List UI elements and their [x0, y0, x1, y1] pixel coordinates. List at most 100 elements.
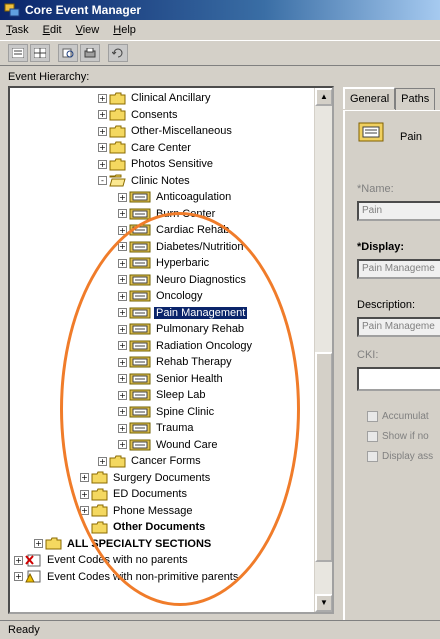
expand-icon[interactable]: + — [118, 308, 127, 317]
tree-node-label[interactable]: Other Documents — [111, 521, 207, 533]
description-field[interactable]: Pain Manageme — [357, 317, 440, 337]
tree-node-label[interactable]: Radiation Oncology — [154, 340, 254, 352]
tree-node[interactable]: + Clinical Ancillary — [98, 90, 212, 106]
tree-node-label[interactable]: Phone Message — [111, 505, 195, 517]
tree-node-label[interactable]: Spine Clinic — [154, 406, 216, 418]
tree-node[interactable]: + Sleep Lab — [118, 387, 208, 403]
tree-node[interactable]: + Pain Management — [118, 305, 248, 321]
tree-node-label[interactable]: Consents — [129, 109, 179, 121]
show-if-no-checkbox[interactable]: Show if no — [367, 431, 429, 442]
tree-node-label[interactable]: Other-Miscellaneous — [129, 125, 234, 137]
tree-node[interactable]: + Trauma — [118, 420, 196, 436]
expand-icon[interactable]: + — [80, 506, 89, 515]
expand-icon[interactable]: + — [80, 489, 89, 499]
tree-node[interactable]: + Photos Sensitive — [98, 156, 215, 172]
expand-icon[interactable]: + — [118, 440, 127, 449]
expand-icon[interactable]: + — [118, 407, 127, 416]
tree-node[interactable]: + Care Center — [98, 140, 193, 156]
scroll-up-button[interactable]: ▲ — [315, 88, 332, 106]
display-field[interactable]: Pain Manageme — [357, 259, 440, 279]
tree-node[interactable]: + Wound Care — [118, 437, 220, 453]
expand-icon[interactable]: + — [80, 473, 89, 482]
tab-paths[interactable]: Paths — [395, 88, 436, 110]
expand-icon[interactable]: + — [118, 275, 127, 284]
tree-node[interactable]: + Radiation Oncology — [118, 338, 254, 354]
expand-icon[interactable]: + — [98, 159, 107, 169]
tree-node-label[interactable]: ALL SPECIALTY SECTIONS — [65, 538, 213, 550]
tree-node[interactable]: + Senior Health — [118, 371, 225, 387]
tree-node-label[interactable]: Clinical Ancillary — [129, 92, 212, 104]
tab-general[interactable]: General — [343, 87, 396, 109]
tree-node[interactable]: + Event Codes with non-primitive parents — [14, 569, 240, 585]
tree-node[interactable]: + Cardiac Rehab — [118, 222, 231, 238]
tree-node-label[interactable]: Wound Care — [154, 439, 220, 451]
expand-icon[interactable]: + — [118, 291, 127, 301]
tree-node[interactable]: + ALL SPECIALTY SECTIONS — [34, 536, 213, 552]
tree-node-label[interactable]: Oncology — [154, 290, 204, 302]
expand-icon[interactable]: + — [118, 390, 127, 400]
expand-icon[interactable]: + — [98, 110, 107, 119]
expand-icon[interactable]: + — [14, 572, 23, 581]
tree-node-label[interactable]: Event Codes with no parents — [45, 554, 190, 566]
tree-node[interactable]: + Oncology — [118, 288, 204, 304]
expand-icon[interactable]: + — [14, 555, 23, 565]
tree-node[interactable]: + Consents — [98, 107, 179, 123]
tree-node-label[interactable]: Diabetes/Nutrition — [154, 241, 245, 253]
tree-node-label[interactable]: Pulmonary Rehab — [154, 323, 246, 335]
expand-icon[interactable]: + — [118, 324, 127, 334]
refresh-icon[interactable] — [108, 44, 128, 62]
expand-icon[interactable]: + — [118, 423, 127, 433]
tree-node-label[interactable]: Cancer Forms — [129, 455, 203, 467]
event-tree[interactable]: + Clinical Ancillary + Consents + Other-Misce… — [8, 86, 334, 614]
tree-scrollbar[interactable]: ▲ ▼ — [314, 88, 332, 612]
print-icon[interactable] — [80, 44, 100, 62]
menu-view[interactable]: View — [76, 24, 100, 36]
tree-node-label[interactable]: ED Documents — [111, 488, 189, 500]
expand-icon[interactable]: + — [118, 374, 127, 383]
tree-node[interactable]: + Rehab Therapy — [118, 354, 234, 370]
tree-node-label[interactable]: Surgery Documents — [111, 472, 212, 484]
tree-node-label[interactable]: Neuro Diagnostics — [154, 274, 248, 286]
name-field[interactable]: Pain — [357, 201, 440, 221]
grid-icon[interactable] — [30, 44, 50, 62]
tree-node[interactable]: + Spine Clinic — [118, 404, 216, 420]
expand-icon[interactable]: + — [98, 126, 107, 136]
tree-node[interactable]: + Cancer Forms — [98, 453, 203, 469]
tree-node-label[interactable]: Pain Management — [154, 306, 248, 319]
tree-node-label[interactable]: Burn Center — [154, 208, 217, 220]
tree-node[interactable]: + Event Codes with no parents — [14, 552, 190, 568]
menu-edit[interactable]: Edit — [43, 24, 62, 36]
menu-help[interactable]: Help — [113, 24, 136, 36]
tree-node[interactable]: + Other-Miscellaneous — [98, 123, 234, 139]
tree-node[interactable]: - Clinic Notes — [98, 173, 192, 189]
cki-field[interactable] — [357, 367, 440, 391]
expand-icon[interactable]: + — [118, 225, 127, 235]
tree-node-label[interactable]: Trauma — [154, 422, 196, 434]
expand-icon[interactable]: + — [98, 456, 107, 466]
tree-node-label[interactable]: Clinic Notes — [129, 175, 192, 187]
expand-icon[interactable]: + — [118, 357, 127, 367]
expand-icon[interactable]: + — [98, 93, 107, 103]
scroll-thumb[interactable] — [315, 352, 332, 562]
expand-icon[interactable]: + — [118, 209, 127, 218]
expand-icon[interactable]: + — [118, 258, 127, 268]
tree-node[interactable]: + Neuro Diagnostics — [118, 272, 248, 288]
menu-task[interactable]: Task — [6, 24, 29, 36]
expand-icon[interactable]: + — [98, 143, 107, 152]
tree-node-label[interactable]: Event Codes with non-primitive parents — [45, 571, 240, 583]
tree-node-label[interactable]: Photos Sensitive — [129, 158, 215, 170]
expand-icon[interactable]: + — [118, 341, 127, 350]
tree-node[interactable]: + Pulmonary Rehab — [118, 321, 246, 337]
tree-node[interactable]: Other Documents — [80, 519, 207, 535]
scroll-down-button[interactable]: ▼ — [315, 594, 332, 612]
tree-node-label[interactable]: Hyperbaric — [154, 257, 211, 269]
tree-node-label[interactable]: Care Center — [129, 142, 193, 154]
print-preview-icon[interactable] — [58, 44, 78, 62]
expand-icon[interactable]: + — [34, 539, 43, 548]
display-ass-checkbox[interactable]: Display ass — [367, 451, 433, 462]
tree-node-label[interactable]: Anticoagulation — [154, 191, 233, 203]
accumulate-checkbox[interactable]: Accumulat — [367, 411, 429, 422]
tree-node[interactable]: + Burn Center — [118, 206, 217, 222]
tree-node[interactable]: + Anticoagulation — [118, 189, 233, 205]
list-icon[interactable] — [8, 44, 28, 62]
